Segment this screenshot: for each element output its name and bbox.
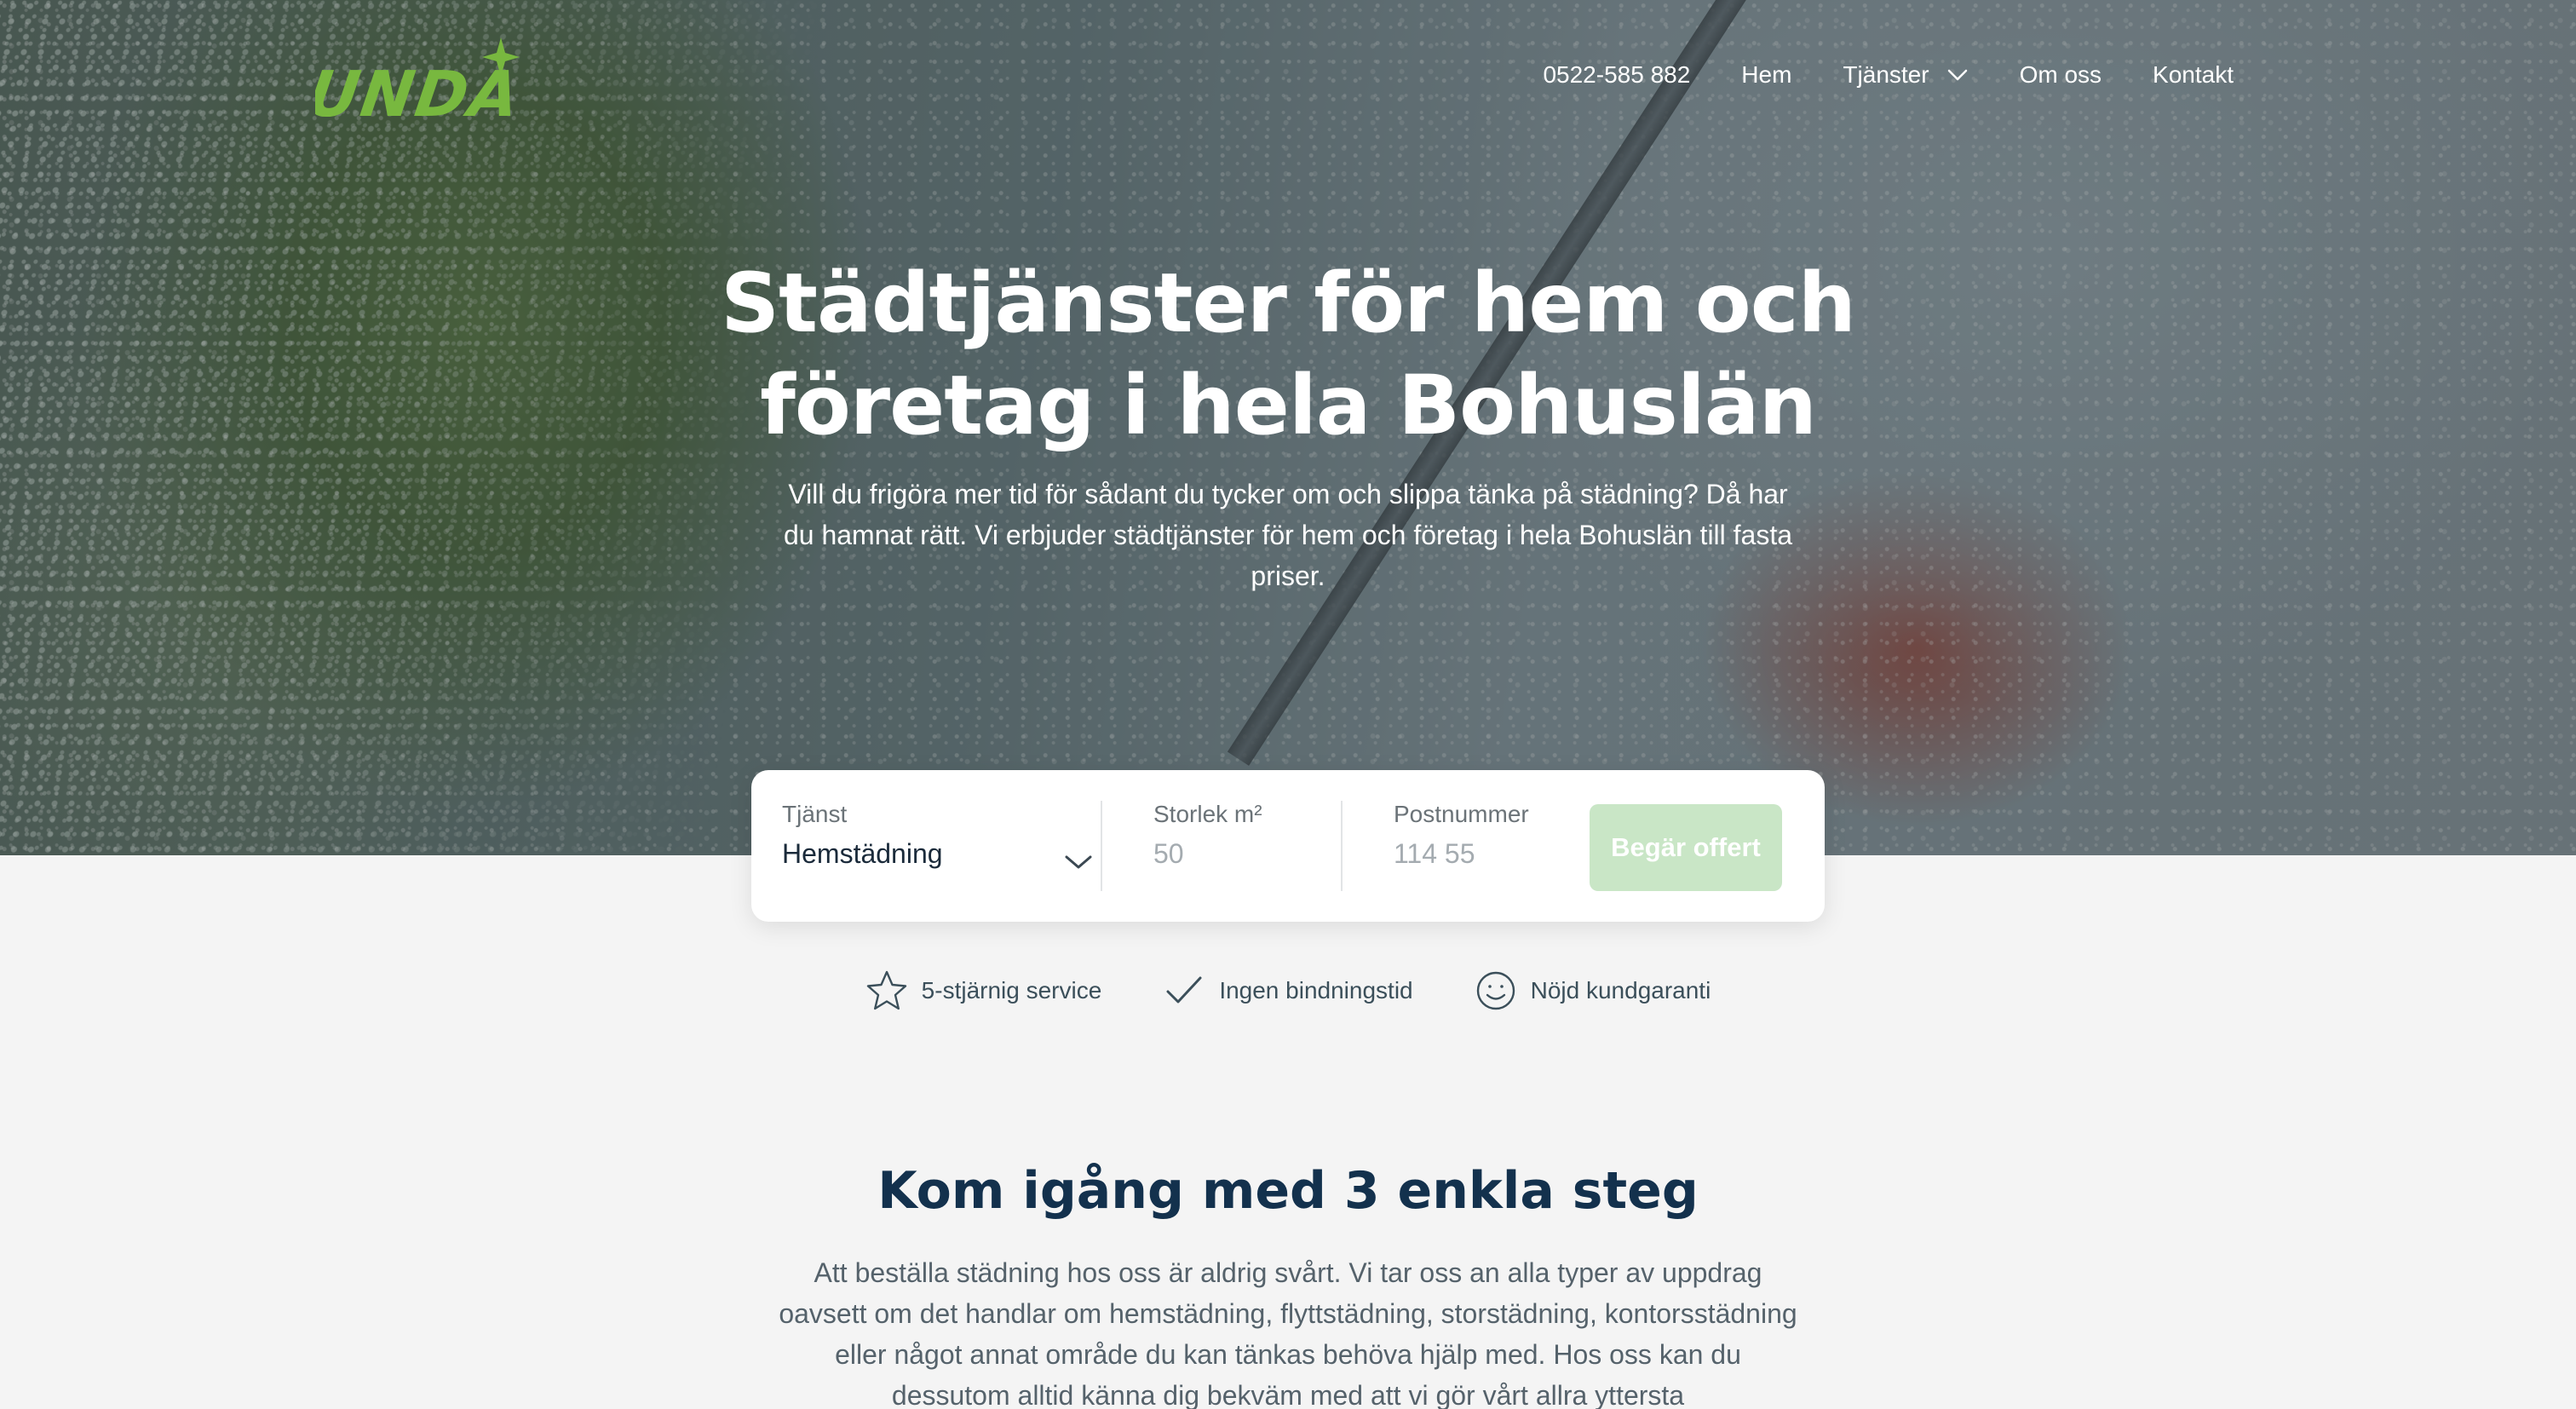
nav-item-om-oss[interactable]: Om oss (2020, 61, 2102, 89)
nav-phone-link[interactable]: 0522-585 882 (1543, 61, 1690, 89)
feature-label: Ingen bindningstid (1219, 977, 1413, 1004)
features-row: 5-stjärnig service Ingen bindningstid Nö… (0, 969, 2576, 1012)
zip-label: Postnummer (1394, 801, 1529, 827)
hero-subtitle: Vill du frigöra mer tid för sådant du ty… (783, 479, 1793, 591)
feature-item: Ingen bindningstid (1163, 969, 1413, 1012)
check-icon (1166, 976, 1202, 1004)
svg-text:UNDA: UNDA (315, 57, 520, 128)
nav-item-kontakt[interactable]: Kontakt (2153, 61, 2234, 89)
steps-text: Att beställa städning hos oss är aldrig … (779, 1257, 1797, 1409)
nav-item-tjanster[interactable]: Tjänster (1843, 61, 1968, 89)
offer-form: Tjänst Hemstädning Storlek m² 50 Postnum… (751, 770, 1825, 922)
service-select[interactable]: Tjänst Hemstädning (782, 801, 1092, 870)
feature-item: 5-stjärnig service (865, 969, 1102, 1012)
chevron-down-icon (1065, 855, 1092, 869)
unda-logo-image: UNDA (303, 37, 526, 131)
chevron-down-icon (1947, 69, 1967, 81)
feature-label: 5-stjärnig service (921, 977, 1102, 1004)
size-input[interactable]: 50 (1153, 838, 1358, 870)
feature-item: Nöjd kundgaranti (1475, 969, 1711, 1012)
form-divider (1101, 801, 1102, 891)
service-value: Hemstädning (782, 838, 943, 869)
feature-label: Nöjd kundgaranti (1530, 977, 1711, 1004)
hero-title: Städtjänster för hem och företag i hela … (721, 256, 1856, 453)
form-divider (1341, 801, 1343, 891)
smiley-icon (1476, 971, 1515, 1010)
steps-title: Kom igång med 3 enkla steg (877, 1161, 1699, 1221)
zip-input[interactable]: 114 55 (1394, 838, 1581, 870)
main-nav: 0522-585 882 Hem Tjänster Om oss Kontakt (1543, 61, 2234, 89)
zip-field[interactable]: Postnummer 114 55 (1394, 801, 1581, 870)
unda-logo[interactable]: UNDA (303, 34, 526, 131)
nav-item-tjanster-label: Tjänster (1843, 61, 1929, 88)
star-icon (866, 970, 906, 1010)
nav-item-hem[interactable]: Hem (1741, 61, 1791, 89)
request-offer-button[interactable]: Begär offert (1590, 804, 1782, 891)
size-field[interactable]: Storlek m² 50 (1153, 801, 1358, 870)
size-label: Storlek m² (1153, 801, 1262, 827)
service-label: Tjänst (782, 801, 848, 827)
